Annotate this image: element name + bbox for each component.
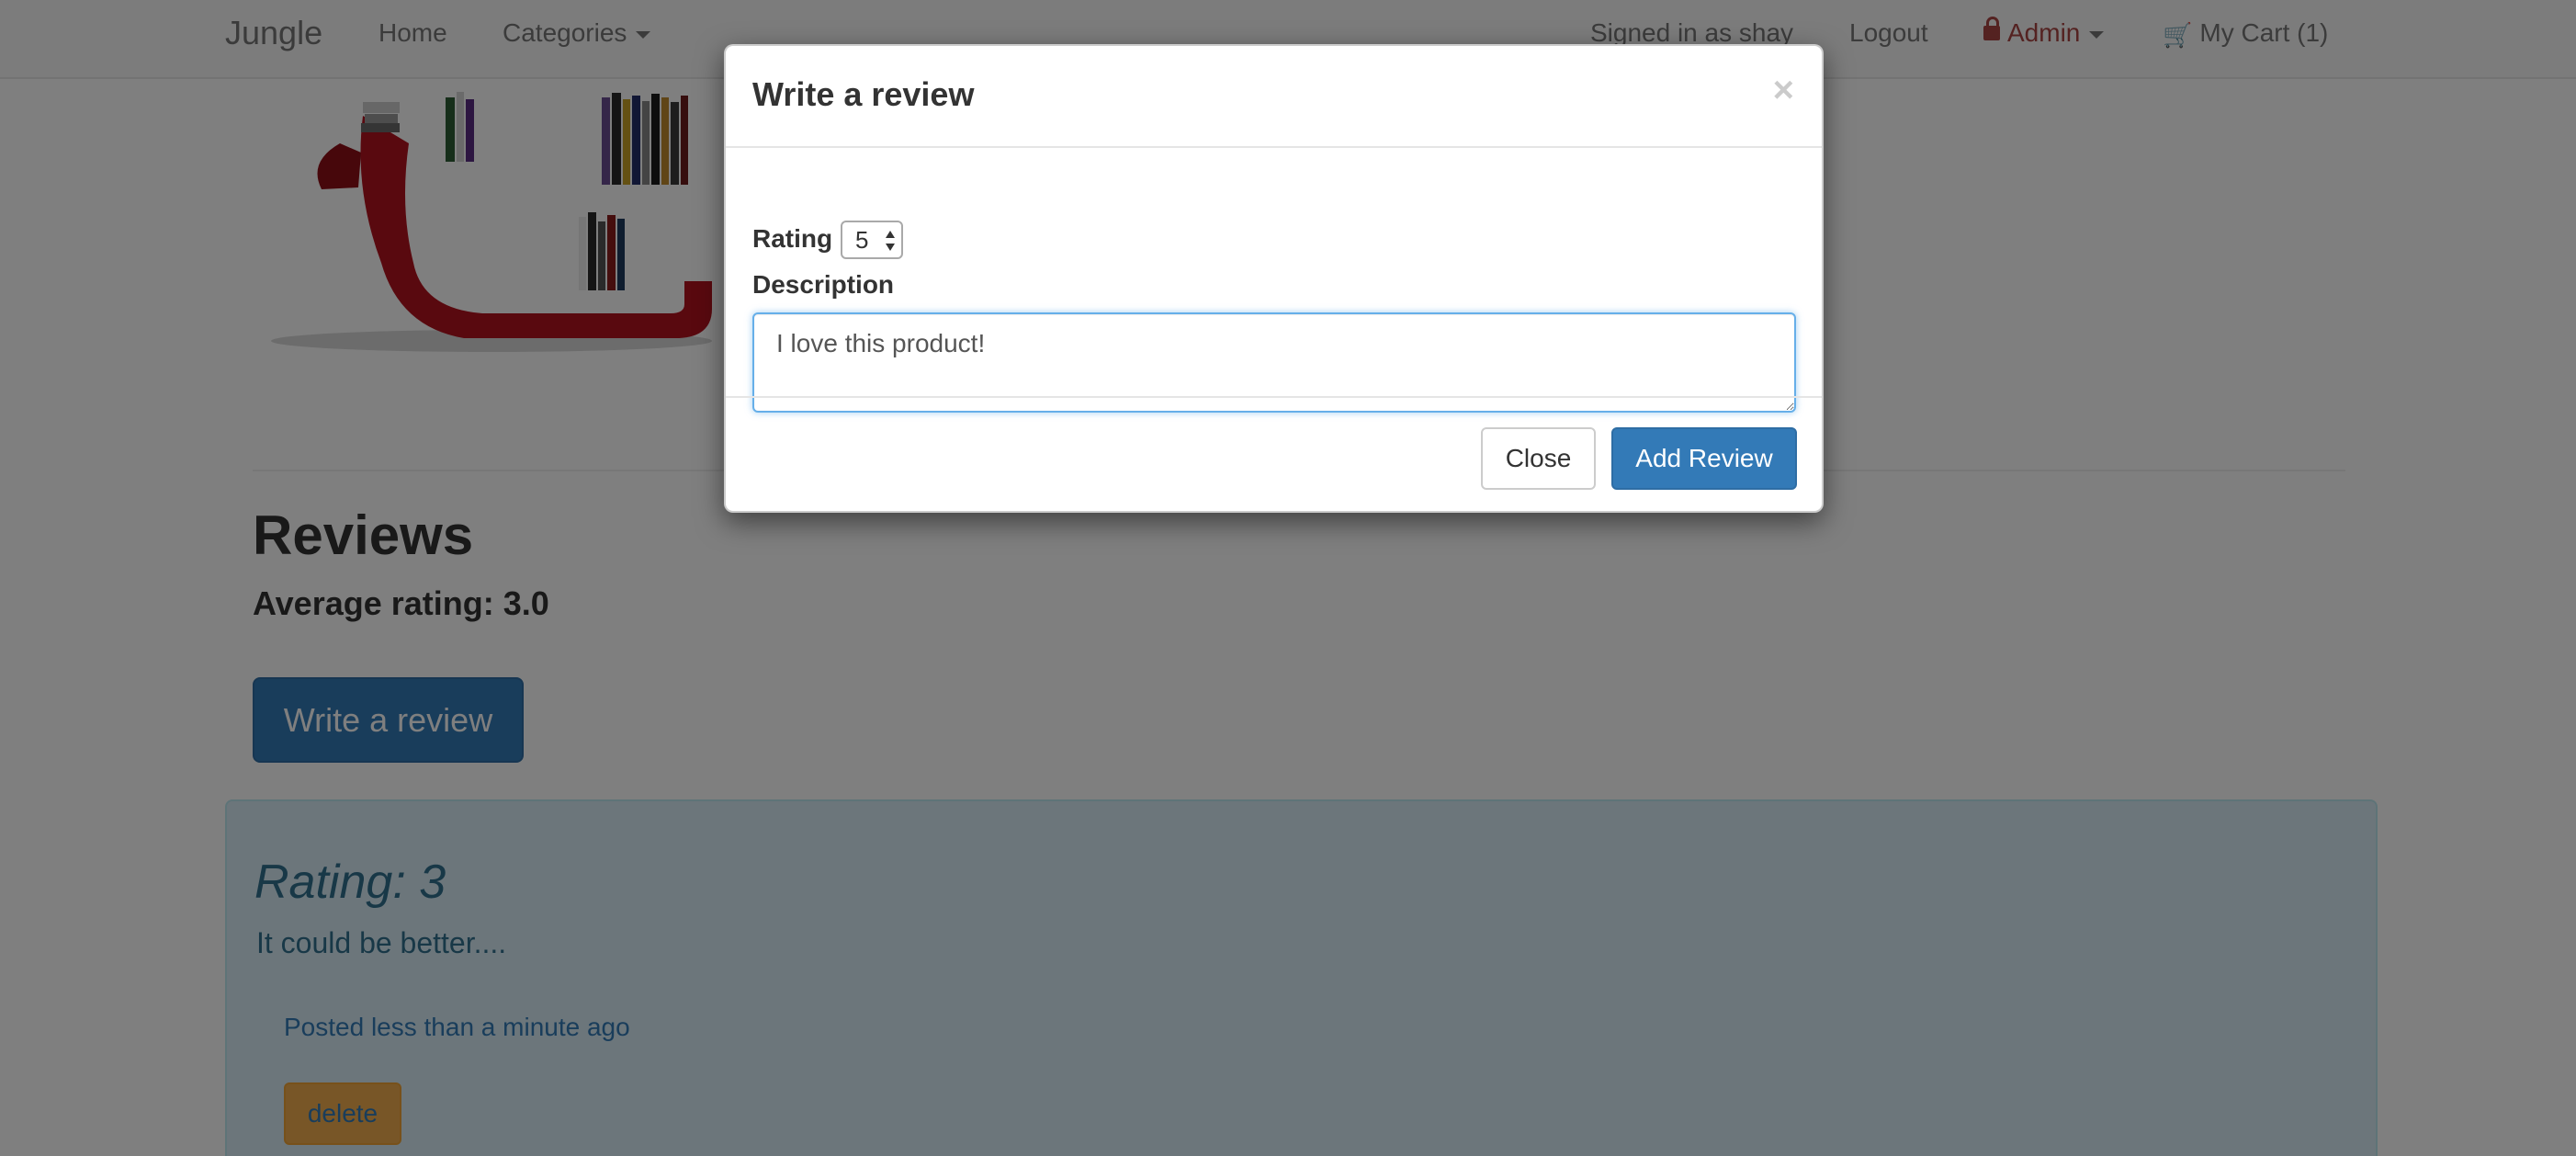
close-button[interactable]: Close bbox=[1481, 427, 1596, 490]
modal-header: Write a review × bbox=[726, 46, 1822, 148]
rating-select[interactable]: 5 bbox=[841, 221, 903, 259]
select-arrows-icon bbox=[886, 231, 895, 251]
close-icon[interactable]: × bbox=[1773, 70, 1794, 110]
modal-footer: Close Add Review bbox=[726, 396, 1822, 513]
add-review-button[interactable]: Add Review bbox=[1611, 427, 1797, 490]
review-modal: Write a review × Rating 5 Description I … bbox=[724, 44, 1824, 513]
page: Jungle Home Categories Signed in as shay… bbox=[0, 0, 2576, 1156]
rating-select-value: 5 bbox=[855, 226, 869, 254]
rating-label: Rating bbox=[752, 224, 833, 253]
description-label: Description bbox=[752, 270, 895, 299]
modal-title: Write a review bbox=[752, 75, 975, 113]
